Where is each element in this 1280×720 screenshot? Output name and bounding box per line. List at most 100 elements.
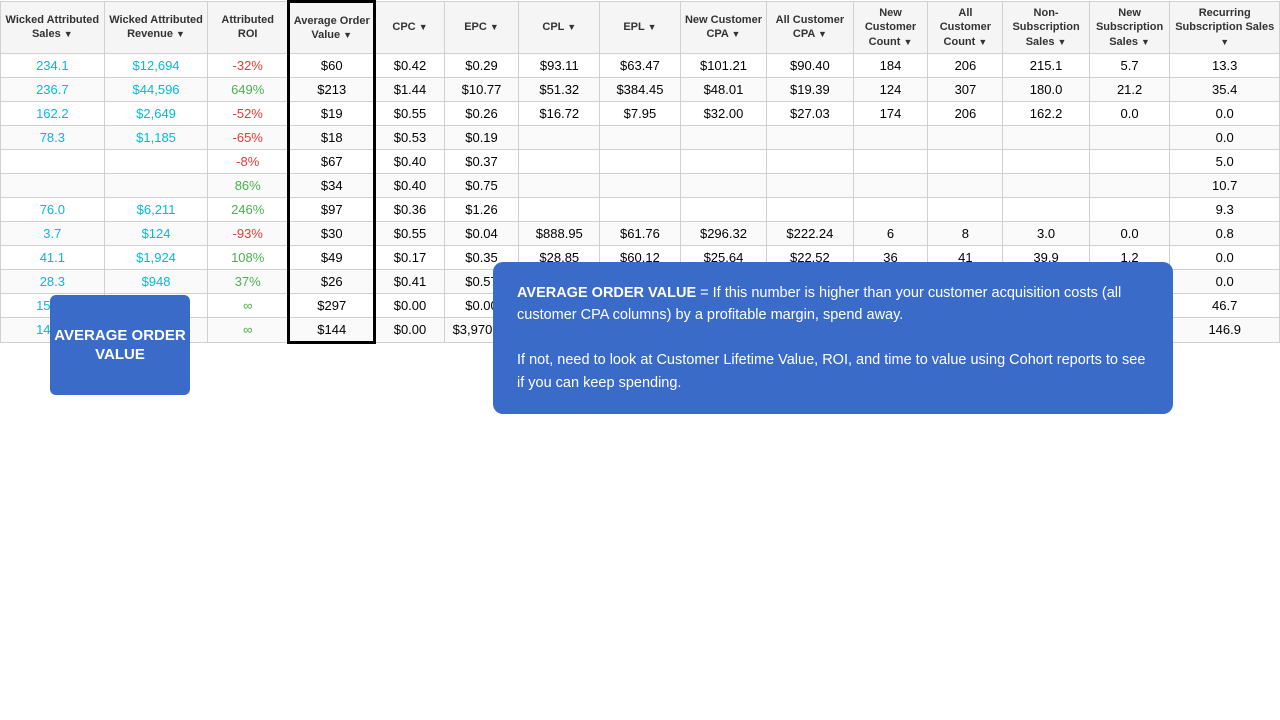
table-row: 3.7$124-93%$30$0.55$0.04$888.95$61.76$29… [1,221,1280,245]
cell-cpl [519,149,600,173]
cell-cpc: $1.44 [375,77,444,101]
header-non-sub-sales[interactable]: Non-Subscription Sales ▼ [1003,2,1089,54]
sort-icon[interactable]: ▼ [648,22,657,32]
cell-aov: $144 [289,317,375,342]
cell-new-cust-cpa: $296.32 [680,221,766,245]
cell-wicked-sales: 162.2 [1,101,105,125]
cell-wicked-sales: 234.1 [1,53,105,77]
cell-new-cust-count [853,197,928,221]
sort-icon[interactable]: ▼ [818,29,827,39]
cell-cpl [519,125,600,149]
cell-aov: $297 [289,293,375,317]
cell-epc: $0.04 [444,221,519,245]
cell-aov: $30 [289,221,375,245]
header-aov[interactable]: Average Order Value ▼ [289,2,375,54]
header-new-sub-sales[interactable]: New Subscription Sales ▼ [1089,2,1170,54]
sort-icon[interactable]: ▼ [1220,37,1229,47]
cell-cpl [519,197,600,221]
cell-cpl: $93.11 [519,53,600,77]
header-all-cust-cpa[interactable]: All Customer CPA ▼ [767,2,853,54]
header-row: Wicked Attributed Sales ▼ Wicked Attribu… [1,2,1280,54]
cell-new-cust-count: 174 [853,101,928,125]
cell-all-cust-cpa: $27.03 [767,101,853,125]
cell-non-sub-sales [1003,149,1089,173]
cell-epc: $10.77 [444,77,519,101]
header-new-cust-cpa[interactable]: New Customer CPA ▼ [680,2,766,54]
cell-new-cust-cpa [680,125,766,149]
cell-new-cust-cpa: $48.01 [680,77,766,101]
table-row: 234.1$12,694-32%$60$0.42$0.29$93.11$63.4… [1,53,1280,77]
cell-wicked-revenue: $1,924 [104,245,208,269]
cell-wicked-revenue: $12,694 [104,53,208,77]
cell-cpc: $0.36 [375,197,444,221]
sort-icon[interactable]: ▼ [903,37,912,47]
cell-new-cust-count: 6 [853,221,928,245]
sort-icon[interactable]: ▼ [490,22,499,32]
cell-cpc: $0.40 [375,149,444,173]
cell-roi: -52% [208,101,289,125]
cell-all-cust-count [928,125,1003,149]
sort-icon[interactable]: ▼ [1058,37,1067,47]
header-epc[interactable]: EPC ▼ [444,2,519,54]
cell-new-cust-count [853,173,928,197]
cell-new-cust-cpa [680,173,766,197]
cell-epc: $0.26 [444,101,519,125]
cell-all-cust-count: 307 [928,77,1003,101]
sort-icon[interactable]: ▼ [732,29,741,39]
cell-rec-sub-sales: 35.4 [1170,77,1280,101]
cell-non-sub-sales: 3.0 [1003,221,1089,245]
sort-icon[interactable]: ▼ [567,22,576,32]
cell-cpc: $0.42 [375,53,444,77]
cell-wicked-sales: 3.7 [1,221,105,245]
cell-rec-sub-sales: 146.9 [1170,317,1280,342]
cell-cpc: $0.17 [375,245,444,269]
cell-all-cust-count [928,149,1003,173]
cell-aov: $26 [289,269,375,293]
cell-new-sub-sales [1089,173,1170,197]
cell-non-sub-sales [1003,125,1089,149]
header-roi[interactable]: Attributed ROI [208,2,289,54]
aov-label-box: AVERAGE ORDER VALUE [50,295,190,395]
cell-new-cust-count: 124 [853,77,928,101]
header-wicked-revenue[interactable]: Wicked Attributed Revenue ▼ [104,2,208,54]
cell-wicked-sales: 41.1 [1,245,105,269]
cell-aov: $97 [289,197,375,221]
cell-wicked-sales: 28.3 [1,269,105,293]
table-row: 86%$34$0.40$0.7510.7 [1,173,1280,197]
header-rec-sub-sales[interactable]: Recurring Subscription Sales ▼ [1170,2,1280,54]
sort-icon[interactable]: ▼ [64,29,73,39]
cell-new-cust-count [853,149,928,173]
cell-epl: $63.47 [600,53,681,77]
cell-cpl [519,173,600,197]
header-wicked-sales[interactable]: Wicked Attributed Sales ▼ [1,2,105,54]
cell-all-cust-cpa [767,173,853,197]
cell-rec-sub-sales: 13.3 [1170,53,1280,77]
cell-non-sub-sales: 162.2 [1003,101,1089,125]
header-cpc[interactable]: CPC ▼ [375,2,444,54]
tooltip-text2: If not, need to look at Customer Lifetim… [517,352,1145,390]
cell-cpl: $888.95 [519,221,600,245]
cell-wicked-revenue [104,149,208,173]
cell-wicked-revenue: $124 [104,221,208,245]
header-epl[interactable]: EPL ▼ [600,2,681,54]
sort-icon[interactable]: ▼ [978,37,987,47]
cell-wicked-sales: 78.3 [1,125,105,149]
sort-icon[interactable]: ▼ [176,29,185,39]
cell-wicked-sales: 76.0 [1,197,105,221]
header-new-cust-count[interactable]: New Customer Count ▼ [853,2,928,54]
table-row: -8%$67$0.40$0.375.0 [1,149,1280,173]
sort-icon[interactable]: ▼ [419,22,428,32]
cell-aov: $18 [289,125,375,149]
sort-icon[interactable]: ▼ [343,30,352,40]
cell-epl: $61.76 [600,221,681,245]
header-cpl[interactable]: CPL ▼ [519,2,600,54]
header-all-cust-count[interactable]: All Customer Count ▼ [928,2,1003,54]
cell-epc: $0.29 [444,53,519,77]
cell-new-sub-sales [1089,149,1170,173]
cell-roi: -32% [208,53,289,77]
cell-epc: $0.19 [444,125,519,149]
cell-wicked-revenue [104,173,208,197]
sort-icon[interactable]: ▼ [1141,37,1150,47]
cell-epc: $1.26 [444,197,519,221]
table-row: 76.0$6,211246%$97$0.36$1.269.3 [1,197,1280,221]
